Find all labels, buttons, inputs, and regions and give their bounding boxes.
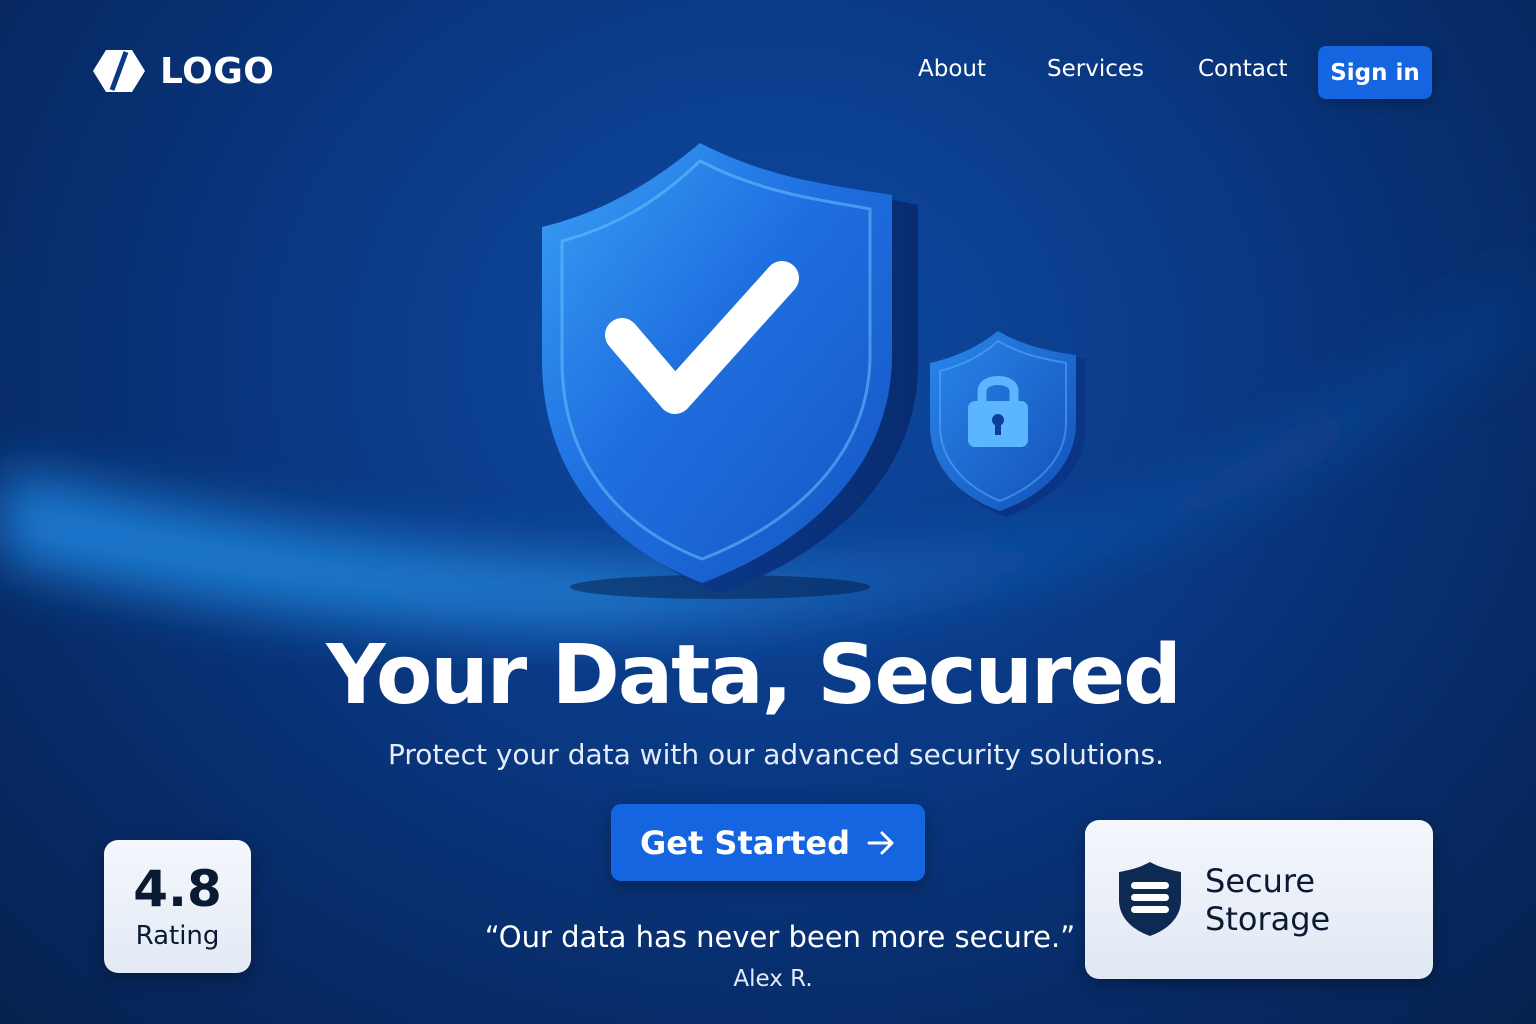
rating-value: 4.8: [133, 859, 222, 918]
nav-link-services[interactable]: Services: [1047, 56, 1144, 82]
shield-check-icon: [542, 143, 918, 599]
logo-icon: [93, 50, 145, 92]
rating-card: 4.8 Rating: [104, 840, 251, 973]
hero-subheadline: Protect your data with our advanced secu…: [387, 738, 1165, 771]
top-navbar: LOGO About Services Contact Sign in: [0, 0, 1536, 140]
nav-link-contact[interactable]: Contact: [1198, 56, 1287, 82]
landing-page: LOGO About Services Contact Sign in Your…: [0, 0, 1536, 1024]
sign-in-button[interactable]: Sign in: [1318, 46, 1432, 99]
hero-headline: Your Data, Secured: [326, 628, 1182, 723]
secure-storage-label: Secure Storage: [1205, 862, 1331, 938]
storage-shield-icon: [1119, 862, 1181, 936]
get-started-button[interactable]: Get Started: [611, 804, 925, 881]
nav-link-about[interactable]: About: [918, 56, 986, 82]
logo-text: LOGO: [160, 50, 275, 92]
get-started-label: Get Started: [639, 823, 851, 862]
secure-storage-card: Secure Storage: [1085, 820, 1433, 979]
rating-label: Rating: [135, 920, 220, 951]
shield-lock-icon: [930, 331, 1086, 517]
arrow-right-icon: [867, 831, 894, 854]
logo[interactable]: LOGO: [92, 48, 274, 94]
